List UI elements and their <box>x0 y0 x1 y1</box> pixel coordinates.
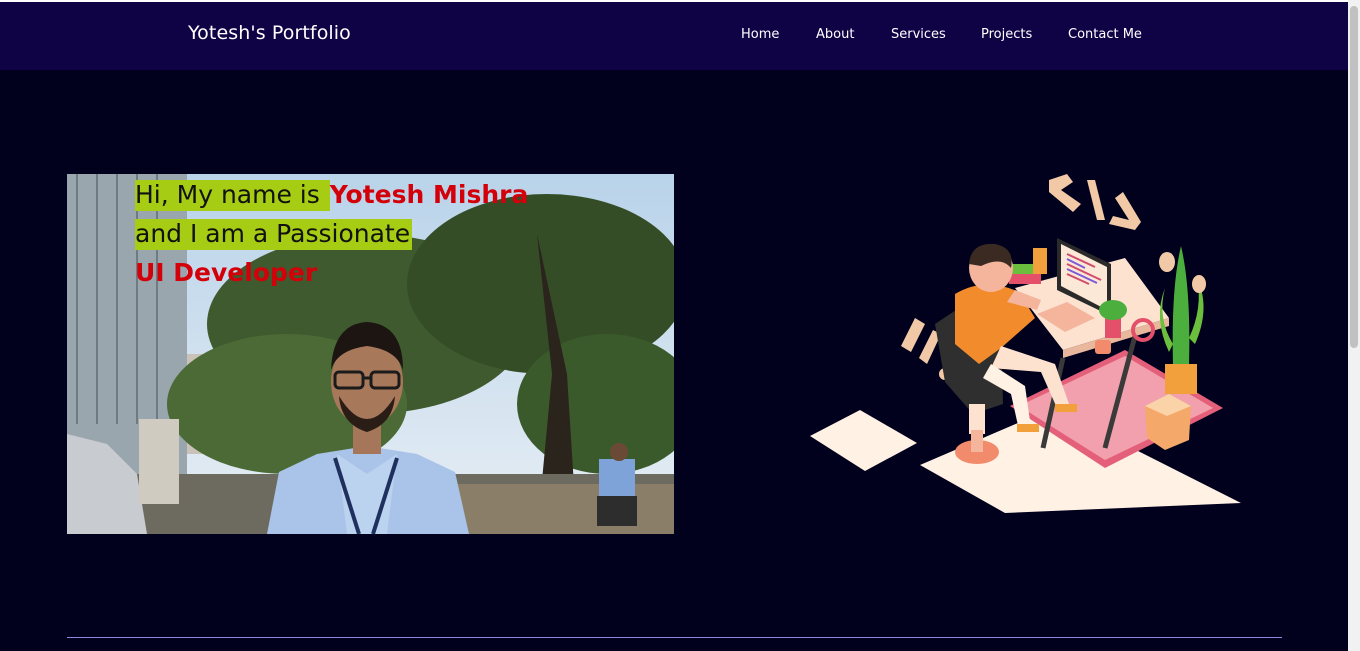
nav-home[interactable]: Home <box>741 27 779 42</box>
developer-at-desk-illustration <box>805 168 1245 518</box>
section-divider <box>67 637 1282 638</box>
page-scrollbar[interactable] <box>1348 0 1360 651</box>
hero-heading: Hi, My name is Yotesh Mishra and I am a … <box>135 175 675 292</box>
hero-name: Yotesh Mishra <box>329 180 529 209</box>
hero-role: UI Developer <box>135 258 318 287</box>
nav-contact-me[interactable]: Contact Me <box>1068 27 1142 42</box>
nav-services[interactable]: Services <box>891 27 946 42</box>
navbar: Yotesh's Portfolio Home About Services P… <box>0 2 1348 70</box>
hero-line-2: and I am a Passionate <box>135 219 413 250</box>
nav-about[interactable]: About <box>816 27 854 42</box>
scrollbar-thumb[interactable] <box>1350 6 1358 348</box>
nav-projects[interactable]: Projects <box>981 27 1032 42</box>
brand-title[interactable]: Yotesh's Portfolio <box>188 22 351 44</box>
hero-intro-text: Hi, My name is <box>135 180 328 209</box>
